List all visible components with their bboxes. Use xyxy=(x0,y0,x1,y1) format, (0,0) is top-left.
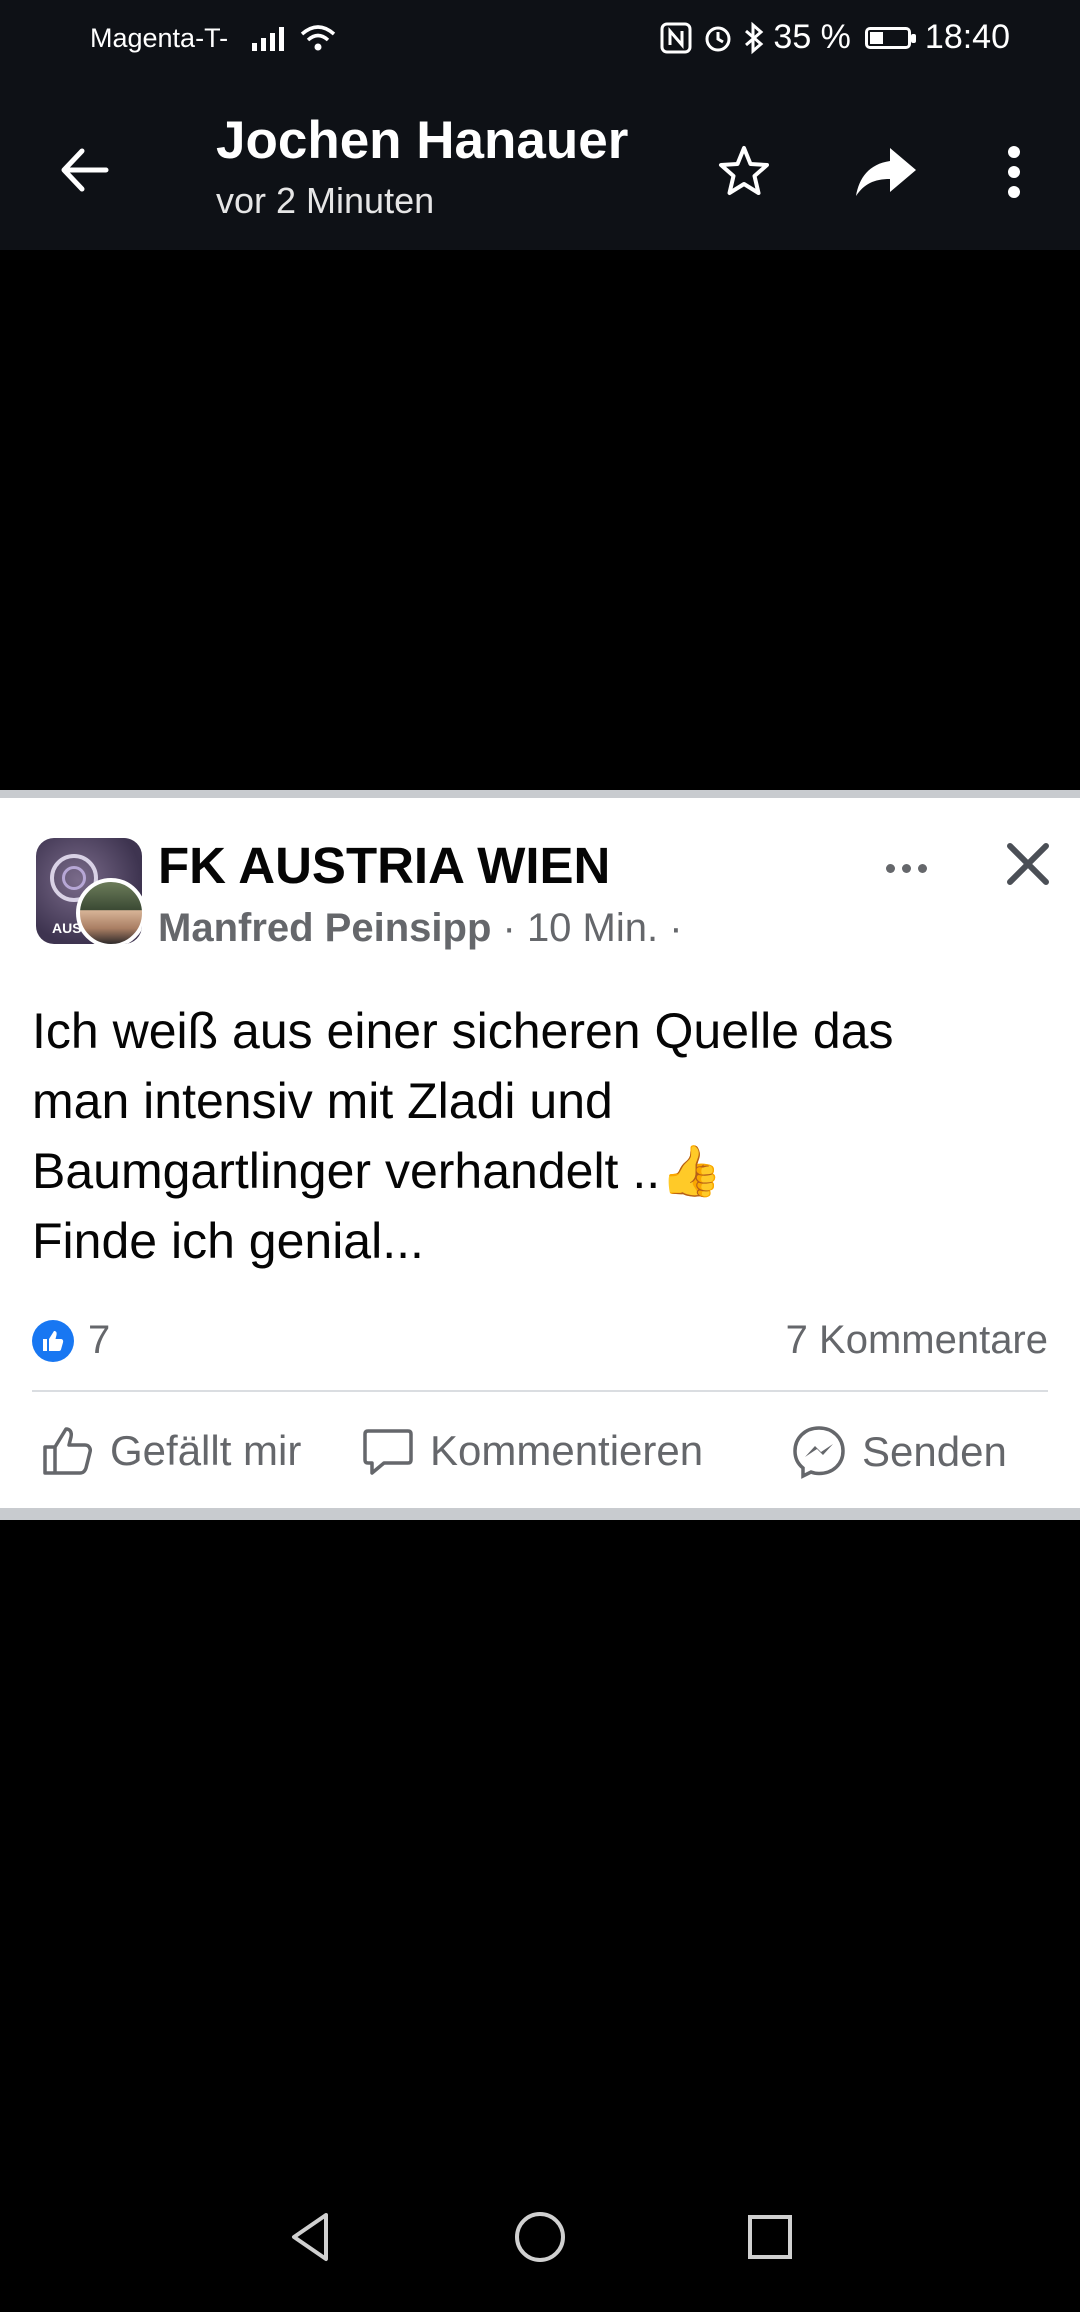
page-subtitle: vor 2 Minuten xyxy=(216,180,435,221)
clock: 18:40 xyxy=(924,18,1010,56)
share-icon[interactable] xyxy=(846,132,926,212)
like-badge-icon xyxy=(32,1319,74,1362)
thumbs-up-icon xyxy=(43,1427,92,1475)
app-bar: Jochen Hanauer vor 2 Minuten xyxy=(0,80,1080,250)
post-time: · 10 Min. · xyxy=(491,906,683,950)
post-card: AUS FK AUSTRIA WIEN Manfred Peinsipp · 1… xyxy=(0,790,1080,1520)
messenger-icon xyxy=(793,1426,845,1479)
nav-home-icon[interactable] xyxy=(500,2197,580,2277)
post-author[interactable]: Manfred Peinsipp xyxy=(158,906,491,950)
close-icon[interactable] xyxy=(998,834,1058,894)
post-text-line: Baumgartlinger verhandelt ..👍 xyxy=(32,1143,723,1199)
page-title: Jochen Hanauer xyxy=(216,111,629,170)
more-options-icon[interactable] xyxy=(878,840,934,896)
signal-icon xyxy=(252,25,285,51)
nav-recents-icon[interactable] xyxy=(730,2197,810,2277)
comment-button-label: Kommentieren xyxy=(430,1427,704,1474)
post-meta: Manfred Peinsipp · 10 Min. · xyxy=(158,906,683,951)
like-button-label: Gefällt mir xyxy=(110,1427,302,1474)
post-text-line: man intensiv mit Zladi und xyxy=(32,1073,613,1129)
post-text: Ich weiß aus einer sicheren Quelle das m… xyxy=(32,996,1052,1276)
nfc-icon xyxy=(660,22,692,53)
post-text-line: Ich weiß aus einer sicheren Quelle das xyxy=(32,1003,894,1059)
battery-icon xyxy=(864,26,916,49)
bluetooth-icon xyxy=(745,21,764,54)
status-bar: Magenta-T- 35 % 18:40 xyxy=(0,0,1080,80)
post-text-line: Finde ich genial... xyxy=(32,1213,424,1269)
alarm-icon xyxy=(705,26,731,51)
send-button[interactable]: Senden xyxy=(790,1423,1007,1481)
wifi-icon xyxy=(300,25,336,51)
battery-percent: 35 % xyxy=(773,18,851,56)
reaction-summary[interactable]: 7 xyxy=(32,1318,110,1363)
avatar[interactable]: AUS xyxy=(36,838,142,944)
system-nav-bar xyxy=(0,2162,1080,2312)
user-avatar xyxy=(76,878,142,944)
send-button-label: Senden xyxy=(862,1428,1007,1475)
carrier-label: Magenta-T- xyxy=(90,22,229,53)
like-count: 7 xyxy=(88,1318,111,1362)
comment-icon xyxy=(363,1429,413,1475)
divider xyxy=(32,1390,1048,1392)
post-page-name[interactable]: FK AUSTRIA WIEN xyxy=(158,836,610,895)
comment-button[interactable]: Kommentieren xyxy=(360,1423,703,1479)
more-vert-icon[interactable] xyxy=(974,132,1054,212)
star-icon[interactable] xyxy=(704,132,784,212)
back-arrow-icon[interactable] xyxy=(50,135,120,205)
nav-back-icon[interactable] xyxy=(270,2197,350,2277)
like-button[interactable]: Gefällt mir xyxy=(40,1423,301,1479)
comment-count[interactable]: 7 Kommentare xyxy=(786,1318,1048,1363)
